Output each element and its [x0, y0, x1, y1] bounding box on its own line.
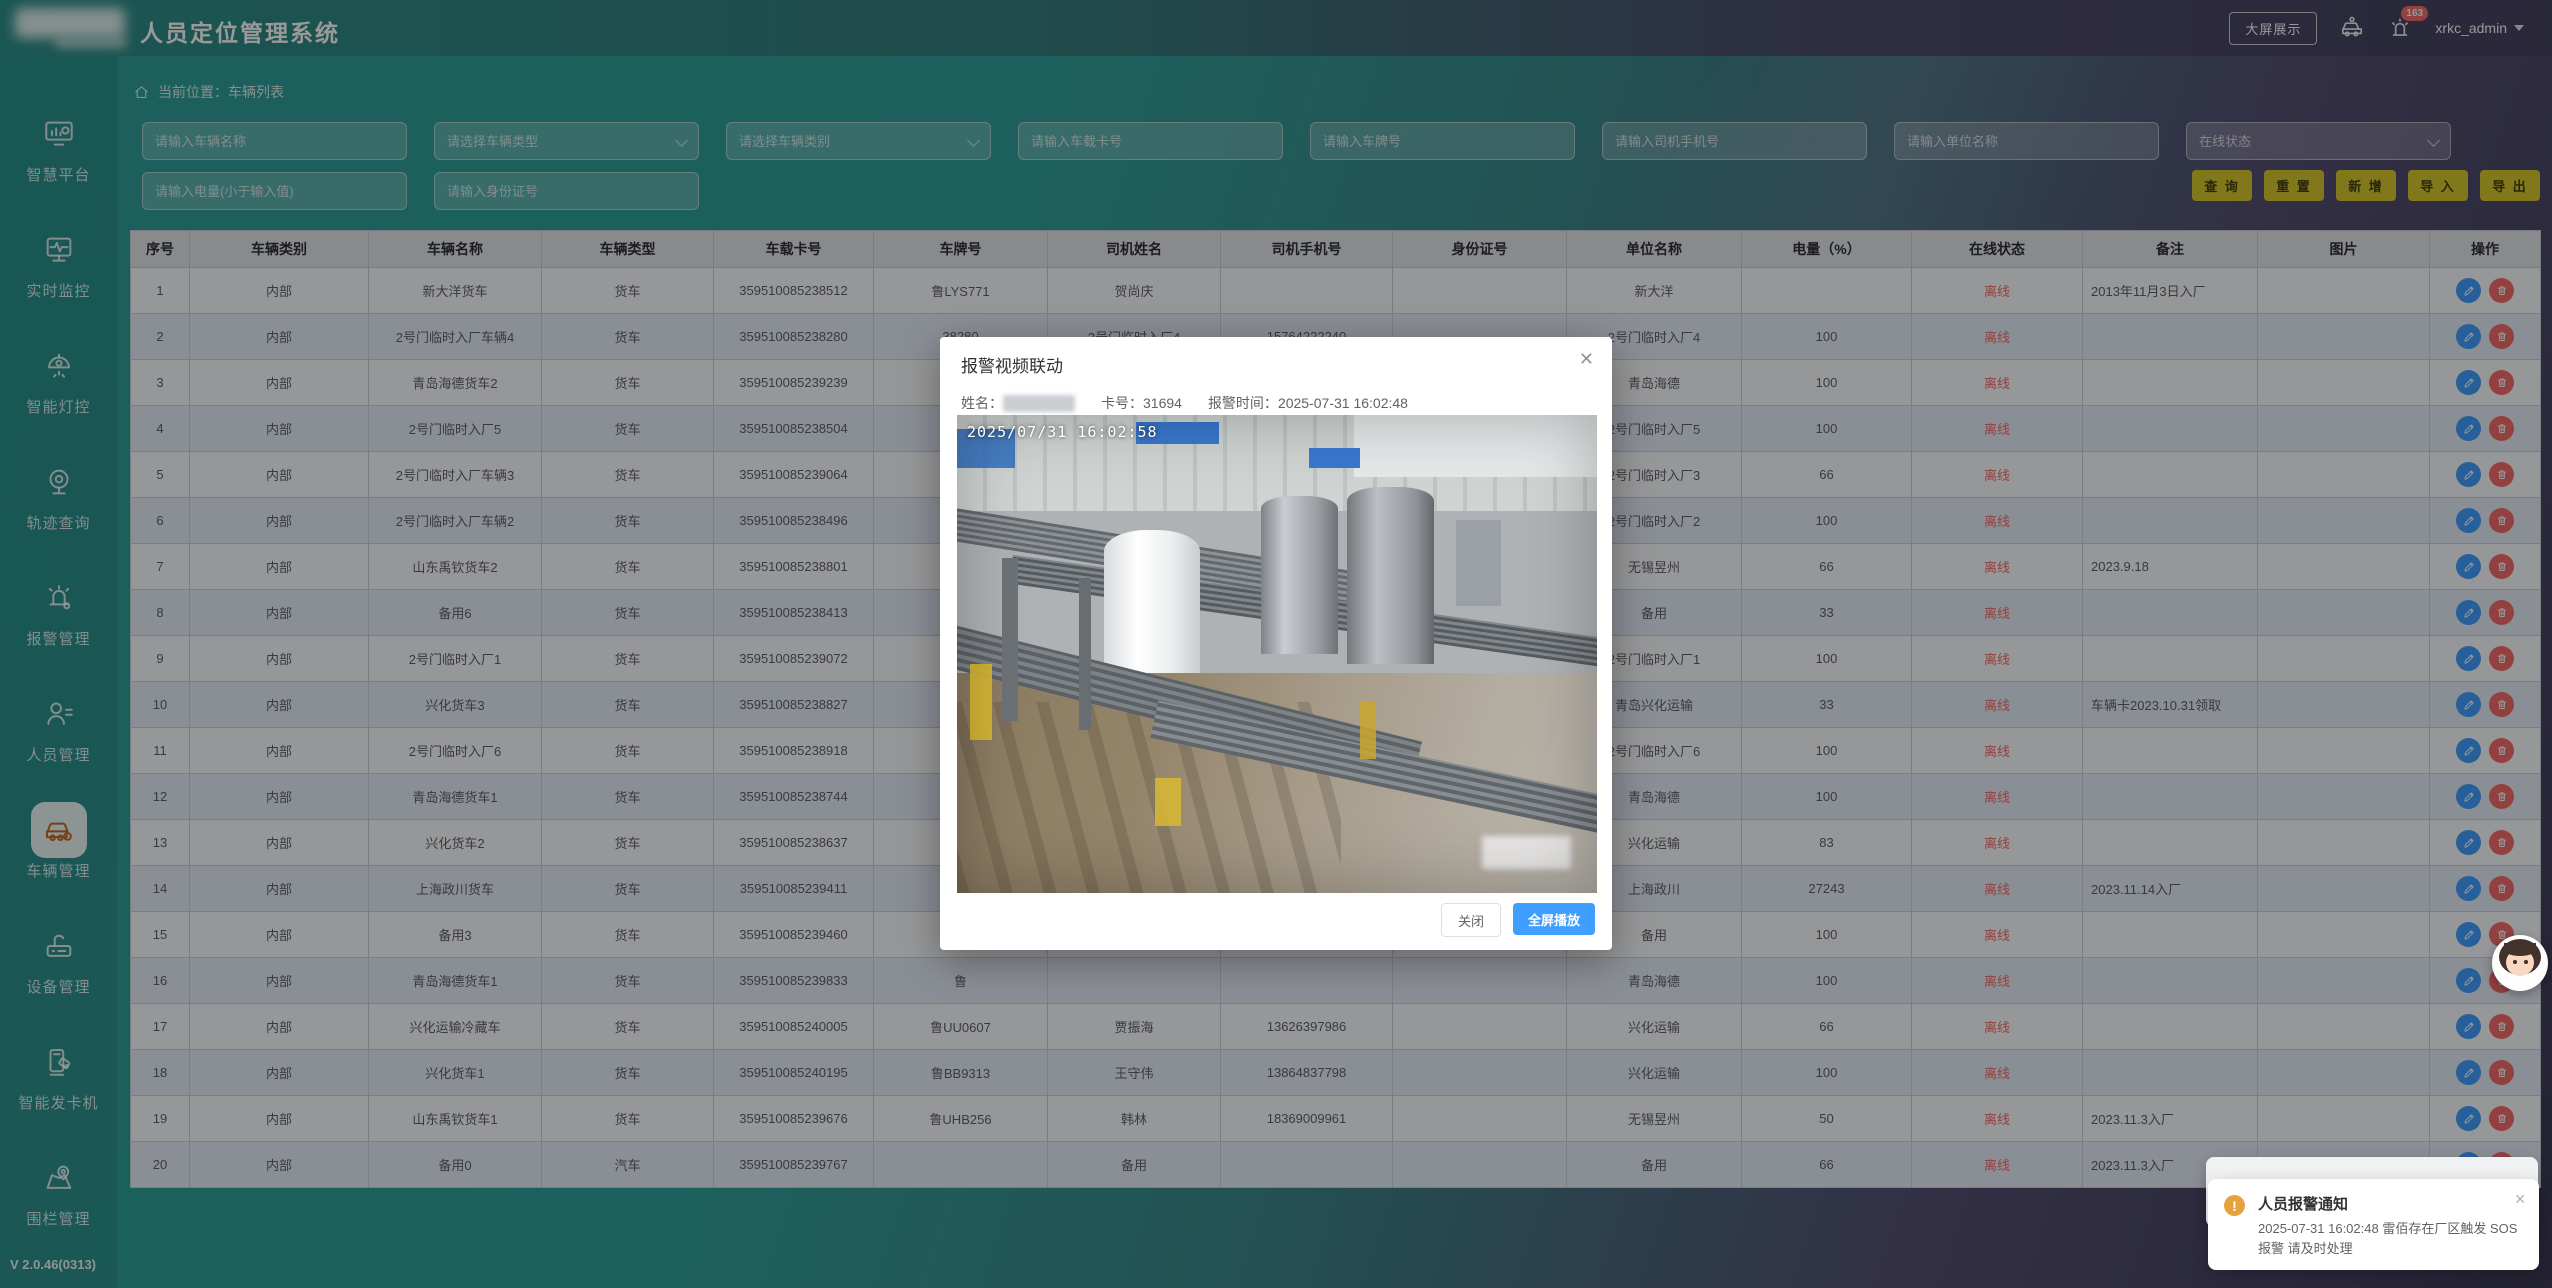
cctv-video-frame: 2025/07/31 16:02:58 [957, 415, 1597, 893]
modal-info-line: 姓名： 卡号： 31694 报警时间： 2025-07-31 16:02:48 [961, 393, 1408, 413]
alarm-video-modal: 报警视频联动 ✕ 姓名： 卡号： 31694 报警时间： 2025-07-31 … [940, 337, 1612, 950]
video-timestamp: 2025/07/31 16:02:58 [967, 423, 1158, 441]
close-button[interactable]: 关闭 [1441, 903, 1501, 937]
blurred-name [1003, 395, 1075, 412]
app-root: 人员定位管理系统 大屏展示 163 xrkc_admin 智慧平台实 [0, 0, 2552, 1288]
warning-icon: ! [2224, 1195, 2245, 1216]
modal-footer: 关闭 全屏播放 [1441, 903, 1595, 937]
alarm-time-value: 2025-07-31 16:02:48 [1278, 395, 1408, 411]
toast-title: 人员报警通知 [2258, 1193, 2525, 1214]
time-label: 报警时间： [1208, 393, 1278, 413]
fullscreen-play-button[interactable]: 全屏播放 [1513, 903, 1595, 935]
close-icon[interactable]: ✕ [2514, 1191, 2526, 1208]
assistant-avatar[interactable] [2492, 935, 2548, 991]
toast-body: 2025-07-31 16:02:48 雷佰存在厂区触发 SOS报警 请及时处理 [2258, 1219, 2525, 1259]
card-no-value: 31694 [1143, 395, 1182, 411]
close-icon[interactable]: ✕ [1579, 349, 1594, 370]
name-label: 姓名： [961, 393, 1003, 413]
modal-title: 报警视频联动 [961, 352, 1063, 377]
card-label: 卡号： [1101, 393, 1143, 413]
alarm-notification-toast: ! 人员报警通知 2025-07-31 16:02:48 雷佰存在厂区触发 SO… [2208, 1179, 2539, 1270]
